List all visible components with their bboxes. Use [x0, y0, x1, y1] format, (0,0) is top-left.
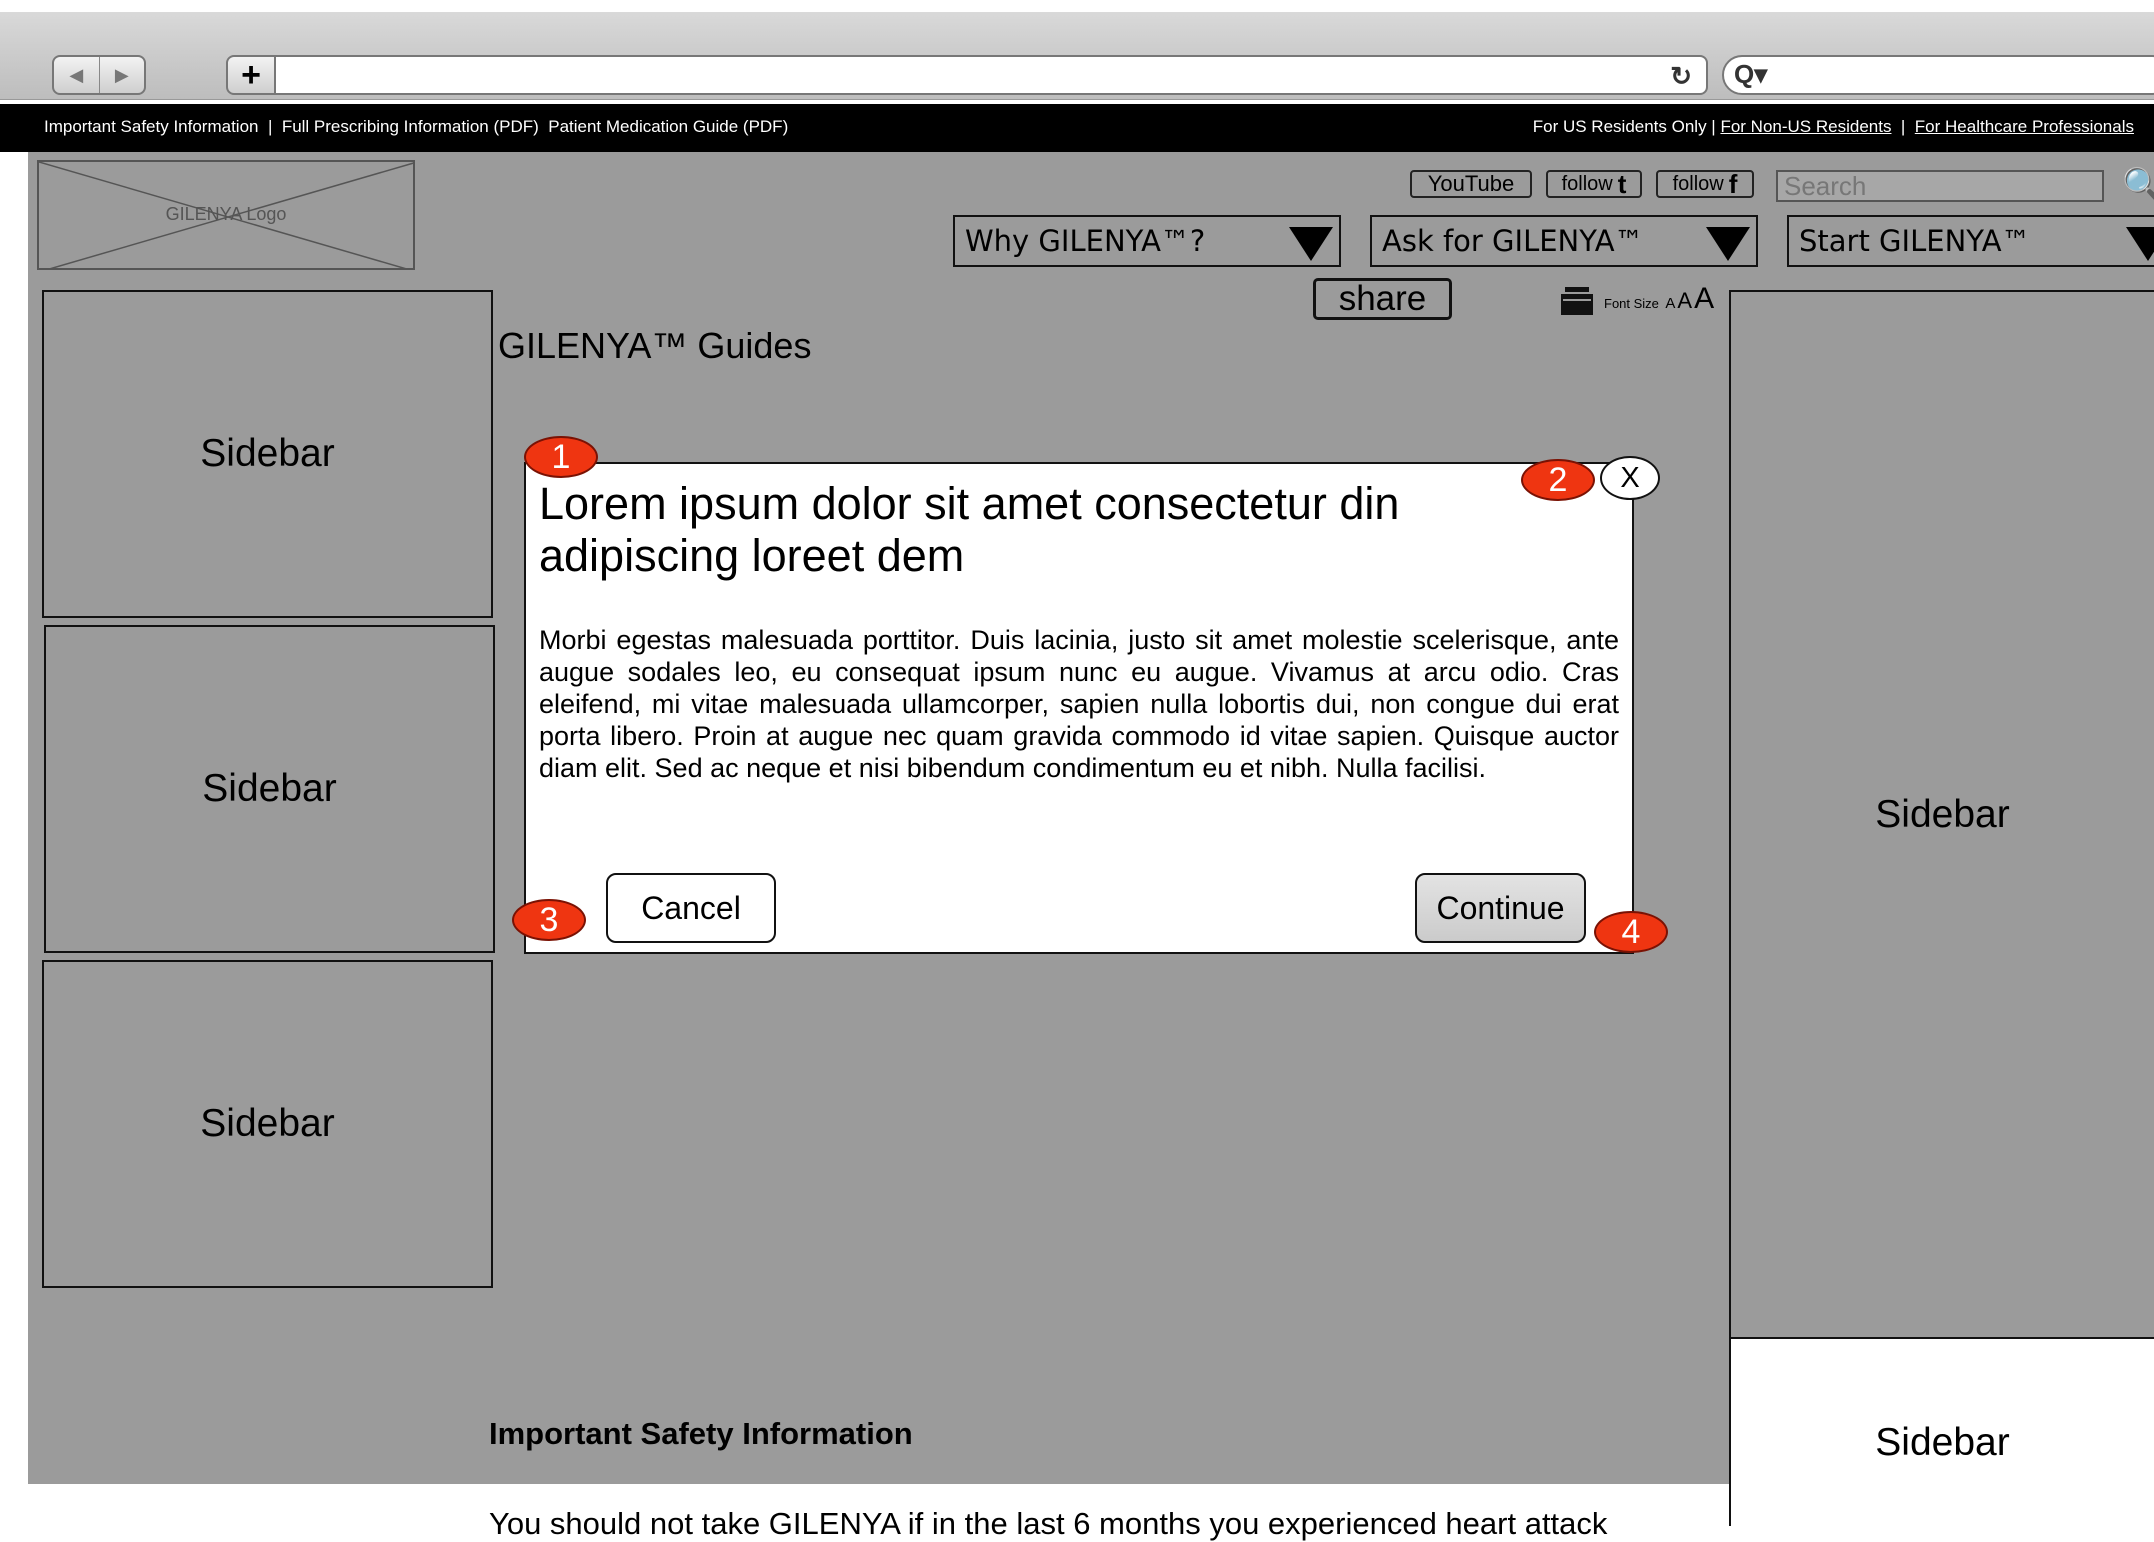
follow-facebook-button[interactable]: follow f: [1656, 170, 1754, 198]
healthcare-professionals-link[interactable]: For Healthcare Professionals: [1915, 117, 2134, 136]
logo-text: GILENYA Logo: [165, 204, 287, 224]
modal-dialog: Lorem ipsum dolor sit amet consectetur d…: [524, 462, 1634, 954]
sidebar-left-1: Sidebar: [42, 290, 493, 618]
modal-close-button[interactable]: X: [1600, 456, 1660, 500]
font-size-control: Font Size AAA: [1604, 282, 1714, 316]
continue-button[interactable]: Continue: [1415, 873, 1586, 943]
sidebar-label: Sidebar: [200, 1102, 335, 1145]
site-search-input[interactable]: Search: [1776, 170, 2104, 202]
reload-icon[interactable]: ↻: [1670, 61, 1692, 92]
youtube-label: YouTube: [1427, 171, 1515, 196]
close-icon: X: [1620, 461, 1640, 494]
isi-text: You should not take GILENYA if in the la…: [489, 1506, 1608, 1541]
search-icon: Q▾: [1734, 59, 1768, 89]
follow-label: follow: [1561, 173, 1613, 195]
sidebar-left-3: Sidebar: [42, 960, 493, 1288]
nav-dropdown-label: Ask for GILENYA™: [1382, 224, 1644, 258]
sidebar-label: Sidebar: [202, 767, 337, 810]
url-bar[interactable]: ↻: [274, 55, 1708, 95]
utility-links-right: For US Residents Only | For Non-US Resid…: [1533, 117, 2134, 137]
follow-twitter-button[interactable]: follow t: [1546, 170, 1642, 198]
new-tab-button[interactable]: +: [226, 55, 276, 95]
utility-bar: Important Safety Information | Full Pres…: [0, 104, 2154, 152]
dropdown-arrow-icon: [1289, 227, 1333, 261]
font-size-large-button[interactable]: A: [1694, 282, 1714, 315]
callout-number: 1: [551, 438, 571, 476]
page-title: GILENYA™ Guides: [498, 325, 812, 366]
logo[interactable]: GILENYA Logo: [37, 160, 415, 270]
nav-dropdown-ask[interactable]: Ask for GILENYA™: [1370, 215, 1758, 267]
separator: |: [258, 117, 282, 136]
share-button[interactable]: share: [1313, 278, 1452, 320]
browser-nav-buttons: ◀ ▶: [52, 55, 146, 95]
isi-heading: Important Safety Information: [489, 1416, 913, 1451]
nav-dropdown-why[interactable]: Why GILENYA™?: [953, 215, 1341, 267]
print-icon[interactable]: [1561, 287, 1593, 315]
nav-dropdown-label: Why GILENYA™?: [965, 224, 1206, 258]
back-icon[interactable]: ◀: [54, 57, 99, 93]
font-size-medium-button[interactable]: A: [1677, 288, 1692, 313]
forward-icon[interactable]: ▶: [98, 57, 145, 93]
browser-toolbar: ◀ ▶ + ↻ Q▾: [0, 12, 2154, 100]
search-icon[interactable]: 🔍: [2122, 166, 2154, 206]
cancel-label: Cancel: [641, 889, 741, 926]
modal-body: Morbi egestas malesuada porttitor. Duis …: [539, 625, 1619, 783]
dropdown-arrow-icon: [1706, 227, 1750, 261]
annotation-callout-3: 3: [512, 899, 586, 941]
separator: [539, 117, 548, 136]
annotation-callout-4: 4: [1594, 911, 1668, 953]
nav-dropdown-label: Start GILENYA™: [1799, 224, 2031, 258]
callout-number: 4: [1621, 913, 1641, 951]
dropdown-arrow-icon: [2126, 227, 2154, 261]
sidebar-label: Sidebar: [1875, 1421, 2010, 1464]
sidebar-right-1: Sidebar: [1729, 290, 2154, 1339]
font-size-label: Font Size: [1604, 296, 1659, 311]
utility-links-left: Important Safety Information | Full Pres…: [44, 117, 788, 137]
nav-dropdown-start[interactable]: Start GILENYA™: [1787, 215, 2154, 267]
follow-label: follow: [1672, 173, 1724, 195]
sidebar-label: Sidebar: [1875, 792, 2010, 836]
cancel-button[interactable]: Cancel: [606, 873, 776, 943]
annotation-callout-2: 2: [1521, 459, 1595, 501]
continue-label: Continue: [1436, 889, 1565, 926]
separator: |: [1891, 117, 1915, 136]
callout-number: 3: [539, 901, 559, 939]
us-residents-text: For US Residents Only |: [1532, 117, 1721, 136]
important-safety-link[interactable]: Important Safety Information: [44, 117, 259, 136]
sidebar-label: Sidebar: [200, 432, 335, 475]
facebook-icon: f: [1728, 169, 1738, 199]
font-size-small-button[interactable]: A: [1665, 295, 1675, 312]
youtube-button[interactable]: YouTube: [1410, 170, 1532, 198]
sidebar-left-2: Sidebar: [44, 625, 495, 953]
full-prescribing-link[interactable]: Full Prescribing Information (PDF): [282, 117, 539, 136]
twitter-icon: t: [1617, 169, 1627, 199]
share-label: share: [1338, 279, 1427, 318]
modal-title: Lorem ipsum dolor sit amet consectetur d…: [539, 478, 1400, 581]
annotation-callout-1: 1: [524, 436, 598, 478]
medication-guide-link[interactable]: Patient Medication Guide (PDF): [548, 117, 788, 136]
non-us-residents-link[interactable]: For Non-US Residents: [1720, 117, 1891, 136]
browser-search-field[interactable]: Q▾: [1722, 55, 2154, 95]
sidebar-right-2: Sidebar: [1729, 1337, 2154, 1526]
callout-number: 2: [1548, 461, 1568, 499]
